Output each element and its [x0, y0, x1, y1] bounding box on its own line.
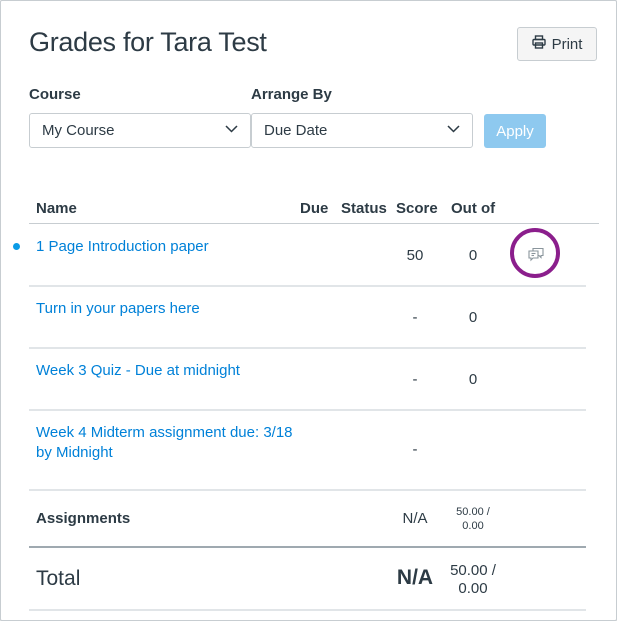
row-divider [29, 285, 586, 287]
arrange-by-label: Arrange By [251, 86, 332, 103]
score-cell: - [412, 309, 418, 326]
total-score: N/A [396, 566, 434, 589]
highlight-circle [510, 228, 560, 278]
arrange-by-select[interactable]: Due Date [251, 113, 473, 148]
course-select[interactable]: My Course [29, 113, 251, 148]
printer-icon [531, 35, 546, 53]
score-cell: 50 [406, 247, 424, 264]
row-divider [29, 409, 586, 411]
score-cell: - [412, 441, 418, 458]
out-of-cell: 0 [468, 309, 478, 326]
column-header-name[interactable]: Name [36, 200, 77, 217]
unread-indicator [13, 243, 20, 250]
assignment-link-line2: by Midnight [36, 444, 113, 461]
group-points: 50.00 / 0.00 [448, 505, 498, 533]
chevron-down-icon [225, 122, 238, 139]
total-points: 50.00 / 0.00 [444, 562, 502, 598]
group-points-line1: 50.00 / [456, 506, 490, 518]
column-header-score[interactable]: Score [396, 200, 438, 217]
page-title: Grades for Tara Test [29, 27, 267, 57]
out-of-cell: 0 [468, 371, 478, 388]
assignment-link[interactable]: 1 Page Introduction paper [36, 237, 209, 257]
total-points-line1: 50.00 / [450, 562, 496, 579]
total-label: Total [36, 567, 81, 590]
arrange-by-select-value: Due Date [264, 122, 328, 139]
total-points-line2: 0.00 [458, 580, 488, 597]
chevron-down-icon [447, 122, 460, 139]
row-divider [29, 347, 586, 349]
assignment-link[interactable]: Week 3 Quiz - Due at midnight [36, 361, 240, 381]
assignment-link[interactable]: Turn in your papers here [36, 299, 200, 319]
print-button[interactable]: Print [517, 27, 597, 61]
assignment-link[interactable]: Week 4 Midterm assignment due: 3/18 by M… [36, 423, 293, 463]
apply-button[interactable]: Apply [484, 114, 546, 148]
summary-divider [29, 546, 586, 548]
column-header-out-of[interactable]: Out of [451, 200, 495, 217]
group-score: N/A [402, 510, 428, 527]
group-name: Assignments [36, 510, 131, 527]
group-points-line2: 0.00 [462, 520, 484, 532]
score-cell: - [412, 371, 418, 388]
print-label: Print [551, 35, 583, 53]
column-header-status[interactable]: Status [341, 200, 387, 217]
header-divider [29, 223, 599, 224]
row-divider [29, 489, 586, 491]
row-divider [29, 609, 586, 611]
assignment-link-line1: Week 4 Midterm assignment due: 3/18 [36, 424, 293, 441]
out-of-cell: 0 [468, 247, 478, 264]
column-header-due[interactable]: Due [300, 200, 328, 217]
course-select-value: My Course [42, 122, 115, 139]
course-label: Course [29, 86, 81, 103]
